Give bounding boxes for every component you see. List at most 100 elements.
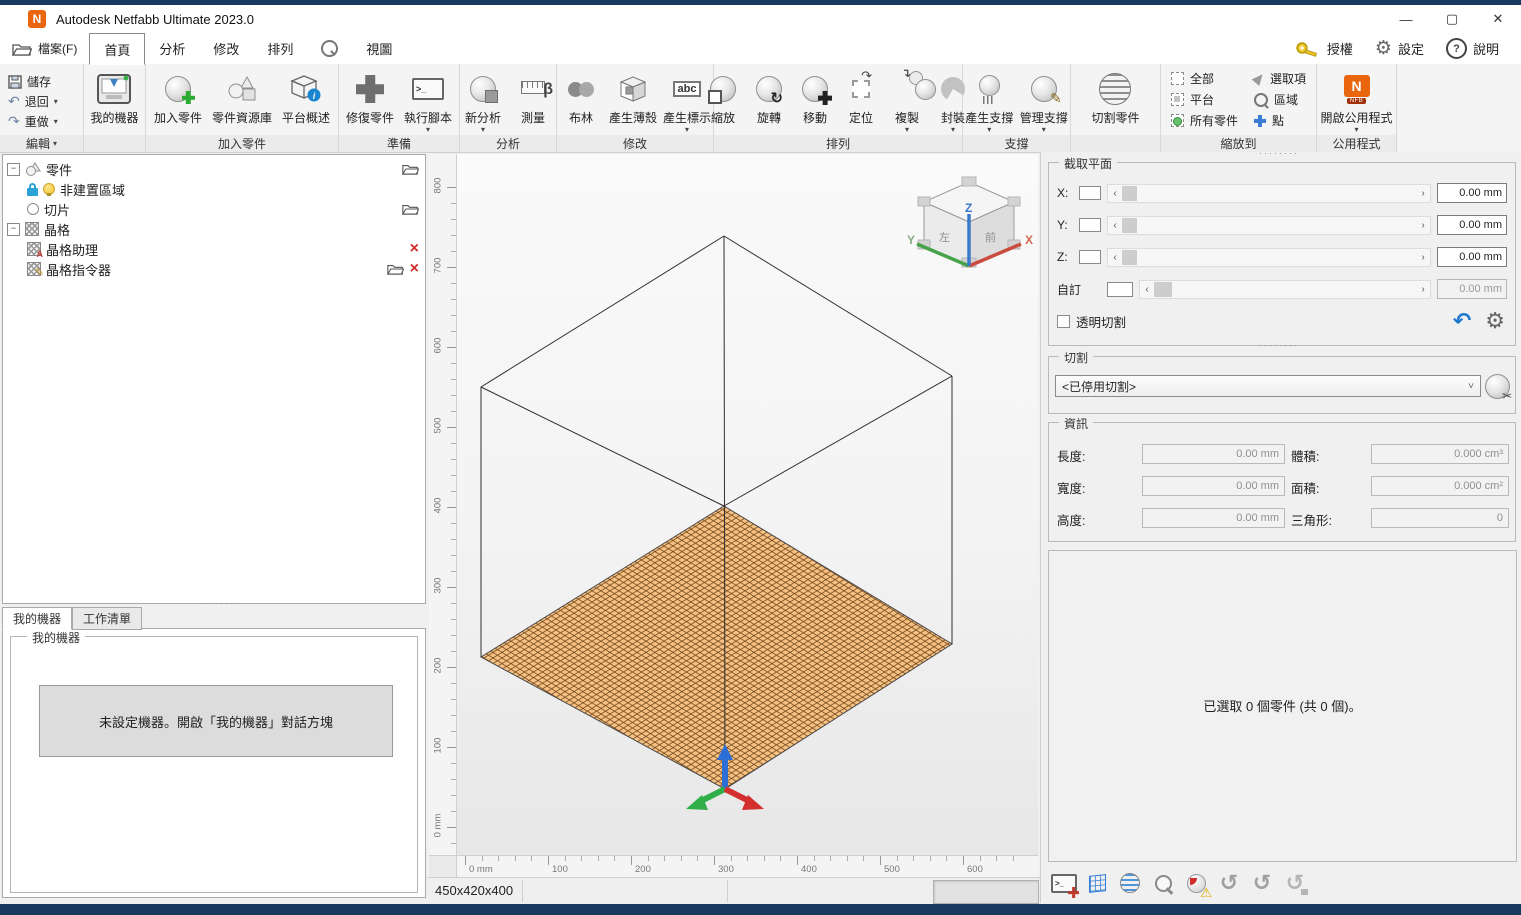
manage-supports-button[interactable]: ✎ 管理支撐 ▾	[1018, 68, 1071, 134]
pack-dropdown[interactable]: ▾	[951, 126, 955, 133]
slider-right-arrow[interactable]: ›	[1416, 185, 1430, 202]
cut-parts-button[interactable]: 切割零件	[1087, 68, 1143, 127]
add-part-button[interactable]: 加入零件	[150, 68, 206, 127]
clip-custom-checkbox[interactable]	[1107, 282, 1133, 297]
panel-splitter-handle[interactable]: ········	[200, 598, 240, 608]
tab-worklist[interactable]: 工作清單	[72, 607, 142, 630]
slider-right-arrow[interactable]: ›	[1416, 249, 1430, 266]
reset-clipping-icon[interactable]: ↶	[1453, 310, 1471, 332]
inspect-button[interactable]	[1150, 870, 1176, 896]
clip-y-value[interactable]: 0.00 mm	[1437, 215, 1507, 235]
zoom-all-button[interactable]: 全部	[1171, 70, 1238, 87]
clip-x-value[interactable]: 0.00 mm	[1437, 183, 1507, 203]
slider-left-arrow[interactable]: ‹	[1108, 185, 1122, 202]
undo-button[interactable]: ↶ 退回 ▾	[2, 92, 64, 112]
zoom-all-parts-button[interactable]: 所有零件	[1171, 112, 1238, 129]
minimize-button[interactable]: —	[1383, 5, 1429, 33]
slider-left-arrow[interactable]: ‹	[1140, 281, 1154, 298]
my-machines-button[interactable]: 我的機器	[86, 68, 142, 127]
build-platform-grid[interactable]	[481, 506, 952, 789]
history-save-button[interactable]: ↺	[1282, 870, 1308, 896]
delete-icon[interactable]: ×	[410, 262, 419, 276]
open-utilities-dropdown[interactable]: ▾	[1354, 126, 1358, 133]
tree-item-lattice-assistant[interactable]: A 晶格助理 ×	[3, 239, 425, 259]
clip-z-slider[interactable]: ‹ ›	[1107, 248, 1431, 267]
run-script-dropdown[interactable]: ▾	[426, 126, 430, 133]
help-button[interactable]: ? 說明	[1438, 38, 1507, 59]
group-edit[interactable]: 編輯▾	[0, 135, 83, 152]
transparent-cut-checkbox[interactable]	[1057, 315, 1070, 328]
slider-thumb[interactable]	[1122, 186, 1137, 201]
open-folder-icon[interactable]	[402, 163, 419, 175]
platform-overview-button[interactable]: i 平台概述	[278, 68, 334, 127]
slider-right-arrow[interactable]: ›	[1416, 217, 1430, 234]
slider-thumb[interactable]	[1122, 250, 1137, 265]
collapse-icon[interactable]: −	[7, 223, 20, 236]
clip-x-checkbox[interactable]	[1079, 186, 1101, 200]
move-button[interactable]: 移動	[793, 68, 837, 127]
open-utilities-button[interactable]: N NFB 開啟公用程式 ▾	[1317, 68, 1396, 134]
zoom-region-button[interactable]: 區域	[1254, 91, 1306, 108]
new-analysis-dropdown[interactable]: ▾	[481, 126, 485, 133]
tab-view[interactable]: 視圖	[352, 33, 406, 64]
tree-item-lattice[interactable]: − 晶格	[3, 219, 425, 239]
slider-thumb[interactable]	[1154, 282, 1172, 297]
clipping-settings-gear-icon[interactable]: ⚙	[1485, 310, 1505, 332]
zoom-selection-button[interactable]: 選取項	[1254, 70, 1306, 87]
license-button[interactable]: 授權	[1287, 39, 1361, 58]
generate-supports-dropdown[interactable]: ▾	[987, 126, 991, 133]
part-library-button[interactable]: 零件資源庫	[208, 68, 276, 127]
history-forward-button[interactable]: ↺	[1249, 870, 1275, 896]
new-analysis-button[interactable]: 新分析 ▾	[459, 68, 507, 134]
repair-part-button[interactable]: 修復零件	[342, 68, 398, 127]
settings-button[interactable]: ⚙ 設定	[1367, 39, 1432, 58]
clip-z-value[interactable]: 0.00 mm	[1437, 247, 1507, 267]
cut-tool-button[interactable]: ✂	[1485, 374, 1510, 402]
duplicate-button[interactable]: ↴ 複製 ▾	[885, 68, 929, 134]
view-cube[interactable]: Y X Z 左 前	[907, 177, 1033, 267]
run-script-button[interactable]: >_ 執行腳本 ▾	[400, 68, 456, 134]
collapse-icon[interactable]: −	[7, 163, 20, 176]
viewport-3d[interactable]: Y X Z 左 前	[457, 154, 1038, 855]
duplicate-dropdown[interactable]: ▾	[905, 126, 909, 133]
boolean-button[interactable]: 布林	[557, 68, 605, 127]
clip-x-slider[interactable]: ‹ ›	[1107, 184, 1431, 203]
undo-dropdown-arrow[interactable]: ▾	[54, 98, 58, 105]
panel-splitter-handle[interactable]: ········	[1259, 148, 1299, 158]
slider-right-arrow[interactable]: ›	[1416, 281, 1430, 298]
script-console-button[interactable]: >_	[1051, 870, 1077, 896]
lattice-view-button[interactable]	[1084, 870, 1110, 896]
clip-y-checkbox[interactable]	[1079, 218, 1101, 232]
tab-my-machines[interactable]: 我的機器	[2, 607, 72, 630]
clip-y-slider[interactable]: ‹ ›	[1107, 216, 1431, 235]
clip-custom-slider[interactable]: ‹ ›	[1139, 280, 1431, 299]
open-folder-icon[interactable]	[387, 263, 404, 275]
tree-item-parts[interactable]: − 零件	[3, 159, 425, 179]
search-button[interactable]	[307, 33, 352, 64]
history-back-button[interactable]: ↺	[1216, 870, 1242, 896]
tree-item-slices[interactable]: 切片	[3, 199, 425, 219]
redo-dropdown-arrow[interactable]: ▾	[54, 118, 58, 125]
measure-button[interactable]: β 測量	[509, 68, 557, 127]
delete-icon[interactable]: ×	[410, 242, 419, 256]
check-errors-button[interactable]: ⚠	[1183, 870, 1209, 896]
tree-item-no-build-zone[interactable]: 非建置區域	[3, 179, 425, 199]
redo-button[interactable]: ↷ 重做 ▾	[2, 112, 64, 132]
maximize-button[interactable]: ▢	[1429, 5, 1475, 33]
scale-button[interactable]: 縮放	[701, 68, 745, 127]
generate-supports-button[interactable]: 產生支撐 ▾	[963, 68, 1016, 134]
tab-analysis[interactable]: 分析	[145, 33, 199, 64]
rotate-button[interactable]: ↻ 旋轉	[747, 68, 791, 127]
clip-z-checkbox[interactable]	[1079, 250, 1101, 264]
open-my-machines-button[interactable]: 未設定機器。開啟「我的機器」對話方塊	[39, 685, 393, 757]
panel-splitter-handle[interactable]: ········	[1259, 340, 1299, 350]
close-button[interactable]: ✕	[1475, 5, 1521, 33]
tab-arrange[interactable]: 排列	[253, 33, 307, 64]
zoom-point-button[interactable]: 點	[1254, 112, 1306, 129]
slice-view-button[interactable]	[1117, 870, 1143, 896]
open-folder-icon[interactable]	[402, 203, 419, 215]
zoom-platform-button[interactable]: 平台	[1171, 91, 1238, 108]
save-button[interactable]: 儲存	[2, 72, 57, 92]
create-shell-button[interactable]: 產生薄殼	[607, 68, 659, 127]
tab-home[interactable]: 首頁	[89, 33, 145, 65]
